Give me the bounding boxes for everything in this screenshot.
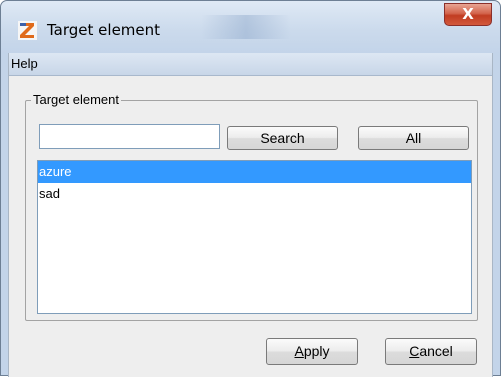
dialog-client-area: Help Target element Search All azure sad… (8, 53, 493, 377)
window-title: Target element (47, 21, 161, 39)
group-legend: Target element (31, 92, 121, 107)
cancel-label: ancel (419, 343, 453, 359)
list-item[interactable]: sad (38, 183, 471, 205)
menu-bar: Help (9, 53, 492, 76)
search-button[interactable]: Search (227, 126, 338, 150)
search-input[interactable] (39, 124, 220, 149)
apply-mnemonic: A (294, 343, 304, 359)
list-item[interactable]: azure (38, 161, 471, 183)
apply-label: pply (303, 343, 330, 359)
title-bar[interactable]: Target element X (1, 1, 500, 53)
all-button[interactable]: All (358, 126, 469, 150)
target-list[interactable]: azure sad (37, 160, 472, 314)
menu-help[interactable]: Help (11, 56, 38, 71)
apply-button[interactable]: Apply (266, 338, 358, 365)
app-logo-icon (18, 21, 37, 40)
cancel-button[interactable]: Cancel (385, 338, 477, 365)
title-bar-glass (201, 15, 291, 39)
cancel-mnemonic: C (409, 343, 420, 359)
close-button[interactable]: X (444, 3, 492, 26)
dialog-window: Target element X Help Target element Sea… (0, 0, 501, 377)
